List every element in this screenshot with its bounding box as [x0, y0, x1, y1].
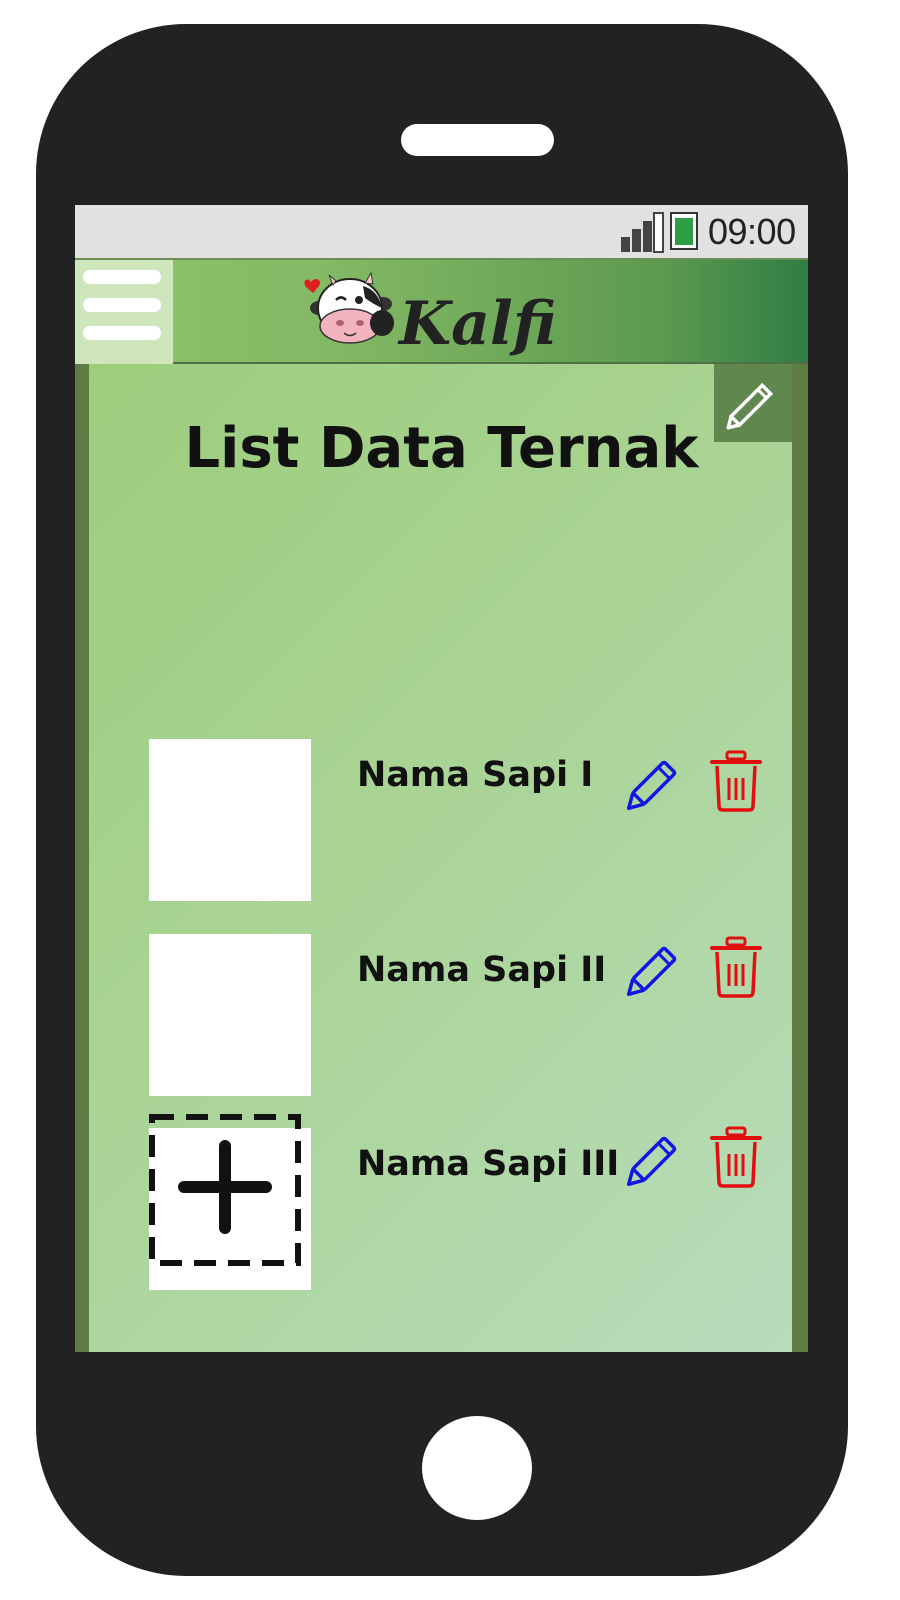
trash-icon[interactable]	[709, 936, 763, 998]
trash-icon[interactable]	[709, 1126, 763, 1188]
item-name: Nama Sapi III	[357, 1144, 620, 1184]
page-title: List Data Ternak	[184, 416, 699, 481]
item-thumbnail[interactable]	[149, 739, 311, 901]
app-header: Kalfi	[75, 258, 808, 364]
screen: 09:00 Kalfi List Data Ternak Nama Sapi I…	[75, 205, 808, 1352]
svg-text:Kalfi: Kalfi	[397, 289, 556, 358]
item-name: Nama Sapi II	[357, 950, 607, 990]
signal-icon	[621, 212, 664, 253]
add-item-button[interactable]	[149, 1114, 301, 1266]
edit-icon[interactable]	[619, 1128, 685, 1194]
hamburger-menu-icon[interactable]	[75, 260, 173, 364]
trash-icon[interactable]	[709, 750, 763, 812]
content-border-left	[75, 364, 89, 1352]
edit-icon[interactable]	[619, 752, 685, 818]
status-bar: 09:00	[75, 205, 808, 258]
item-name: Nama Sapi I	[357, 755, 594, 795]
plus-icon	[178, 1140, 272, 1234]
kalfi-logo: Kalfi	[304, 271, 556, 358]
item-thumbnail[interactable]	[149, 934, 311, 1096]
phone-speaker	[401, 124, 554, 156]
battery-icon	[670, 212, 698, 250]
main-content: List Data Ternak Nama Sapi I Nama Sapi I…	[75, 364, 808, 1352]
edit-icon[interactable]	[619, 938, 685, 1004]
clock: 09:00	[708, 211, 796, 252]
content-border-right	[792, 364, 808, 1352]
home-button[interactable]	[422, 1416, 532, 1520]
